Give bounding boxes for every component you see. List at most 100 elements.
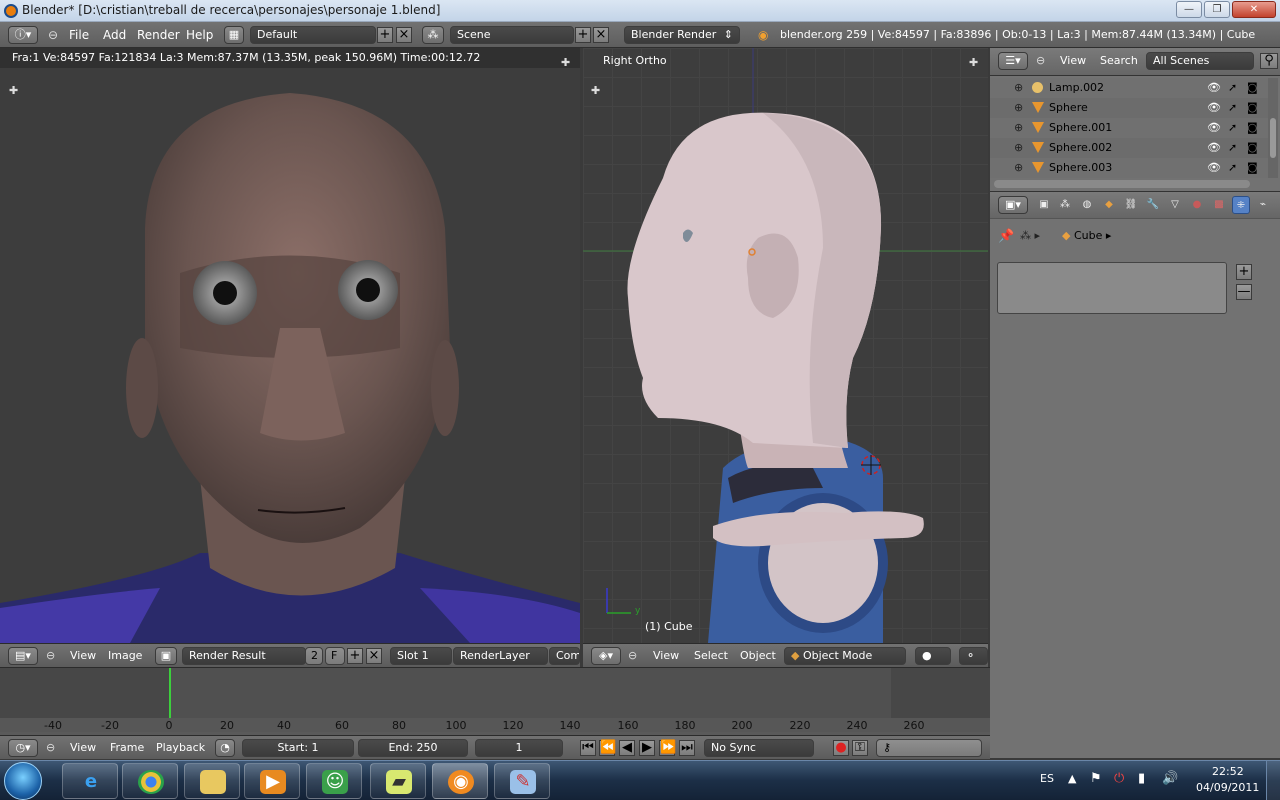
- keying-set-icon[interactable]: ⚿: [852, 740, 868, 756]
- clock-time[interactable]: 22:52: [1212, 765, 1244, 778]
- menu-view[interactable]: View: [70, 740, 96, 756]
- delete-layout-button[interactable]: ×: [396, 27, 412, 43]
- image-editor-render[interactable]: Fra:1 Ve:84597 Fa:121834 La:3 Mem:87.37M…: [0, 48, 580, 643]
- add-layout-button[interactable]: +: [377, 27, 393, 43]
- taskbar-messenger[interactable]: ☺: [306, 763, 362, 799]
- menu-help[interactable]: Help: [186, 26, 213, 44]
- menu-file[interactable]: File: [69, 26, 89, 44]
- editor-type-3d-icon[interactable]: ◈▾: [591, 647, 621, 665]
- select-arrow-icon[interactable]: ➚: [1228, 78, 1237, 98]
- render-camera-icon[interactable]: ◙: [1247, 138, 1258, 158]
- language-indicator[interactable]: ES: [1040, 772, 1054, 785]
- expand-icon[interactable]: ⊕: [1014, 78, 1023, 98]
- taskbar-media-player[interactable]: ▶: [244, 763, 300, 799]
- taskbar-internet-explorer[interactable]: e: [62, 763, 118, 799]
- render-slot-select[interactable]: Slot 1: [390, 647, 452, 665]
- image-browse-icon[interactable]: ▣: [155, 647, 177, 665]
- new-image-button[interactable]: +: [347, 648, 363, 664]
- menu-object[interactable]: Object: [740, 648, 776, 664]
- menu-image[interactable]: Image: [108, 648, 142, 664]
- collapse-menu-icon[interactable]: ⊖: [628, 648, 637, 664]
- render-camera-icon[interactable]: ◙: [1247, 158, 1258, 178]
- interaction-mode-select[interactable]: ◆ Object Mode: [784, 647, 906, 665]
- collapse-menu-icon[interactable]: ⊖: [46, 740, 55, 756]
- editor-type-outliner-icon[interactable]: ☰▾: [998, 52, 1028, 70]
- render-engine-select[interactable]: Blender Render ⇕: [624, 26, 740, 44]
- start-button-windows-icon[interactable]: [4, 762, 42, 800]
- power-plug-icon[interactable]: ⏻: [1114, 771, 1124, 786]
- outliner-item-sphere[interactable]: ⊕ Sphere 👁 ➚ ◙: [990, 98, 1268, 118]
- visibility-eye-icon[interactable]: 👁: [1207, 98, 1221, 118]
- outliner-scrollbar[interactable]: [1268, 78, 1278, 178]
- data-tab-mesh-icon[interactable]: ▽: [1166, 196, 1184, 214]
- outliner-item-sphere003[interactable]: ⊕ Sphere.003 👁 ➚ ◙: [990, 158, 1268, 178]
- end-frame-field[interactable]: End: 250: [358, 739, 468, 757]
- outliner-scrollbar-thumb[interactable]: [1270, 118, 1276, 158]
- render-camera-icon[interactable]: ◙: [1247, 98, 1258, 118]
- select-arrow-icon[interactable]: ➚: [1228, 118, 1237, 138]
- scene-icon[interactable]: ⁂: [422, 26, 444, 44]
- taskbar-explorer[interactable]: [184, 763, 240, 799]
- viewport-shading-select[interactable]: ●: [915, 647, 951, 665]
- add-slot-button[interactable]: +: [1236, 264, 1252, 280]
- particles-tab-icon[interactable]: ⁜: [1232, 196, 1250, 214]
- material-tab-icon[interactable]: ●: [1188, 196, 1206, 214]
- sync-mode-select[interactable]: No Sync: [704, 739, 814, 757]
- visibility-eye-icon[interactable]: 👁: [1207, 138, 1221, 158]
- menu-render[interactable]: Render: [137, 26, 180, 44]
- texture-tab-icon[interactable]: ▩: [1210, 196, 1228, 214]
- timeline-editor[interactable]: -40 -20 0 20 40 60 80 100 120 140 160 18…: [0, 667, 990, 735]
- outliner-hscrollbar[interactable]: [994, 180, 1250, 188]
- remove-slot-button[interactable]: —: [1236, 284, 1252, 300]
- expand-icon[interactable]: ⊕: [1014, 138, 1023, 158]
- render-tab-camera-icon[interactable]: ▣: [1035, 196, 1053, 214]
- scene-tab-icon[interactable]: ⁂: [1056, 196, 1074, 214]
- jump-keyframe-back-icon[interactable]: ⏪: [599, 740, 616, 756]
- world-tab-icon[interactable]: ◍: [1078, 196, 1096, 214]
- expand-icon[interactable]: ⊕: [1014, 118, 1023, 138]
- jump-end-icon[interactable]: ⏭: [679, 740, 695, 756]
- collapse-menu-icon[interactable]: ⊖: [46, 648, 55, 664]
- editor-type-image-icon[interactable]: ▤▾: [8, 647, 38, 665]
- modifiers-tab-wrench-icon[interactable]: 🔧: [1144, 196, 1162, 214]
- menu-view[interactable]: View: [70, 648, 96, 664]
- screen-layout-field[interactable]: Default: [250, 26, 376, 44]
- image-users-count[interactable]: 2: [305, 647, 323, 665]
- search-icon[interactable]: ⚲: [1260, 53, 1278, 69]
- outliner-item-sphere001[interactable]: ⊕ Sphere.001 👁 ➚ ◙: [990, 118, 1268, 138]
- volume-speaker-icon[interactable]: 🔊: [1162, 771, 1178, 786]
- 3d-viewport[interactable]: Right Ortho ✚ ✚ y (1) Cube: [583, 48, 988, 643]
- scene-field[interactable]: Scene: [450, 26, 574, 44]
- record-keyframe-icon[interactable]: ●: [833, 740, 849, 756]
- editor-type-info-icon[interactable]: ⓘ▾: [8, 26, 38, 44]
- pin-icon[interactable]: 📌: [998, 229, 1014, 244]
- render-pass-select[interactable]: Comp: [549, 647, 580, 665]
- taskbar-blender[interactable]: ◉: [432, 763, 488, 799]
- start-frame-field[interactable]: Start: 1: [242, 739, 354, 757]
- render-camera-icon[interactable]: ◙: [1247, 78, 1258, 98]
- taskbar-sticky-notes[interactable]: ▰: [370, 763, 426, 799]
- editor-type-properties-icon[interactable]: ▣▾: [998, 196, 1028, 214]
- timeline-area[interactable]: [0, 668, 990, 730]
- menu-select[interactable]: Select: [694, 648, 728, 664]
- maximize-button[interactable]: ❐: [1204, 1, 1230, 18]
- visibility-eye-icon[interactable]: 👁: [1207, 118, 1221, 138]
- constraints-tab-icon[interactable]: ⛓: [1122, 196, 1140, 214]
- editor-type-timeline-icon[interactable]: ◷▾: [8, 739, 38, 757]
- select-arrow-icon[interactable]: ➚: [1228, 158, 1237, 178]
- visibility-eye-icon[interactable]: 👁: [1207, 78, 1221, 98]
- fake-user-toggle[interactable]: F: [325, 647, 345, 665]
- collapse-menu-icon[interactable]: ⊖: [1036, 52, 1045, 70]
- physics-tab-icon[interactable]: ⌁: [1254, 196, 1272, 214]
- outliner-display-select[interactable]: All Scenes: [1146, 52, 1254, 70]
- outliner-tree[interactable]: ⊕ Lamp.002 👁 ➚ ◙ ⊕ Sphere 👁 ➚ ◙ ⊕ Sphere…: [990, 78, 1268, 178]
- select-arrow-icon[interactable]: ➚: [1228, 138, 1237, 158]
- particle-systems-list[interactable]: [997, 262, 1227, 314]
- outliner-item-sphere002[interactable]: ⊕ Sphere.002 👁 ➚ ◙: [990, 138, 1268, 158]
- object-tab-icon[interactable]: ◆: [1100, 196, 1118, 214]
- menu-frame[interactable]: Frame: [110, 740, 144, 756]
- current-frame-field[interactable]: 1: [475, 739, 563, 757]
- add-scene-button[interactable]: +: [575, 27, 591, 43]
- render-layer-select[interactable]: RenderLayer: [453, 647, 548, 665]
- collapse-menu-icon[interactable]: ⊖: [48, 26, 58, 44]
